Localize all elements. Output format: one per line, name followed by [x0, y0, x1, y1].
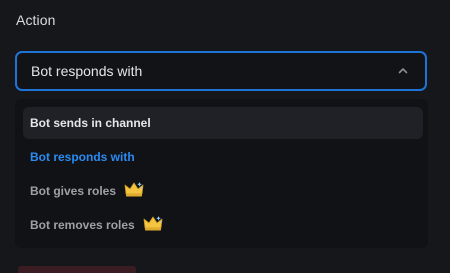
option-label: Bot responds with [30, 150, 135, 164]
action-dropdown-menu: Bot sends in channel Bot responds with B… [15, 99, 428, 248]
crown-icon [143, 216, 163, 231]
option-bot-sends-in-channel[interactable]: Bot sends in channel [23, 107, 423, 139]
action-select[interactable]: Bot responds with [15, 51, 427, 91]
crown-icon [124, 182, 144, 197]
partial-red-button[interactable] [18, 266, 136, 273]
action-panel: Action Bot responds with Bot sends in ch… [0, 0, 450, 273]
option-label: Bot sends in channel [30, 116, 151, 130]
option-bot-gives-roles[interactable]: Bot gives roles [23, 175, 423, 207]
action-label: Action [16, 12, 56, 28]
option-bot-responds-with[interactable]: Bot responds with [23, 141, 423, 173]
chevron-up-icon [398, 68, 408, 74]
action-select-value: Bot responds with [31, 63, 143, 79]
option-label: Bot gives roles [30, 184, 117, 198]
option-bot-removes-roles[interactable]: Bot removes roles [23, 209, 423, 241]
option-label: Bot removes roles [30, 218, 135, 232]
